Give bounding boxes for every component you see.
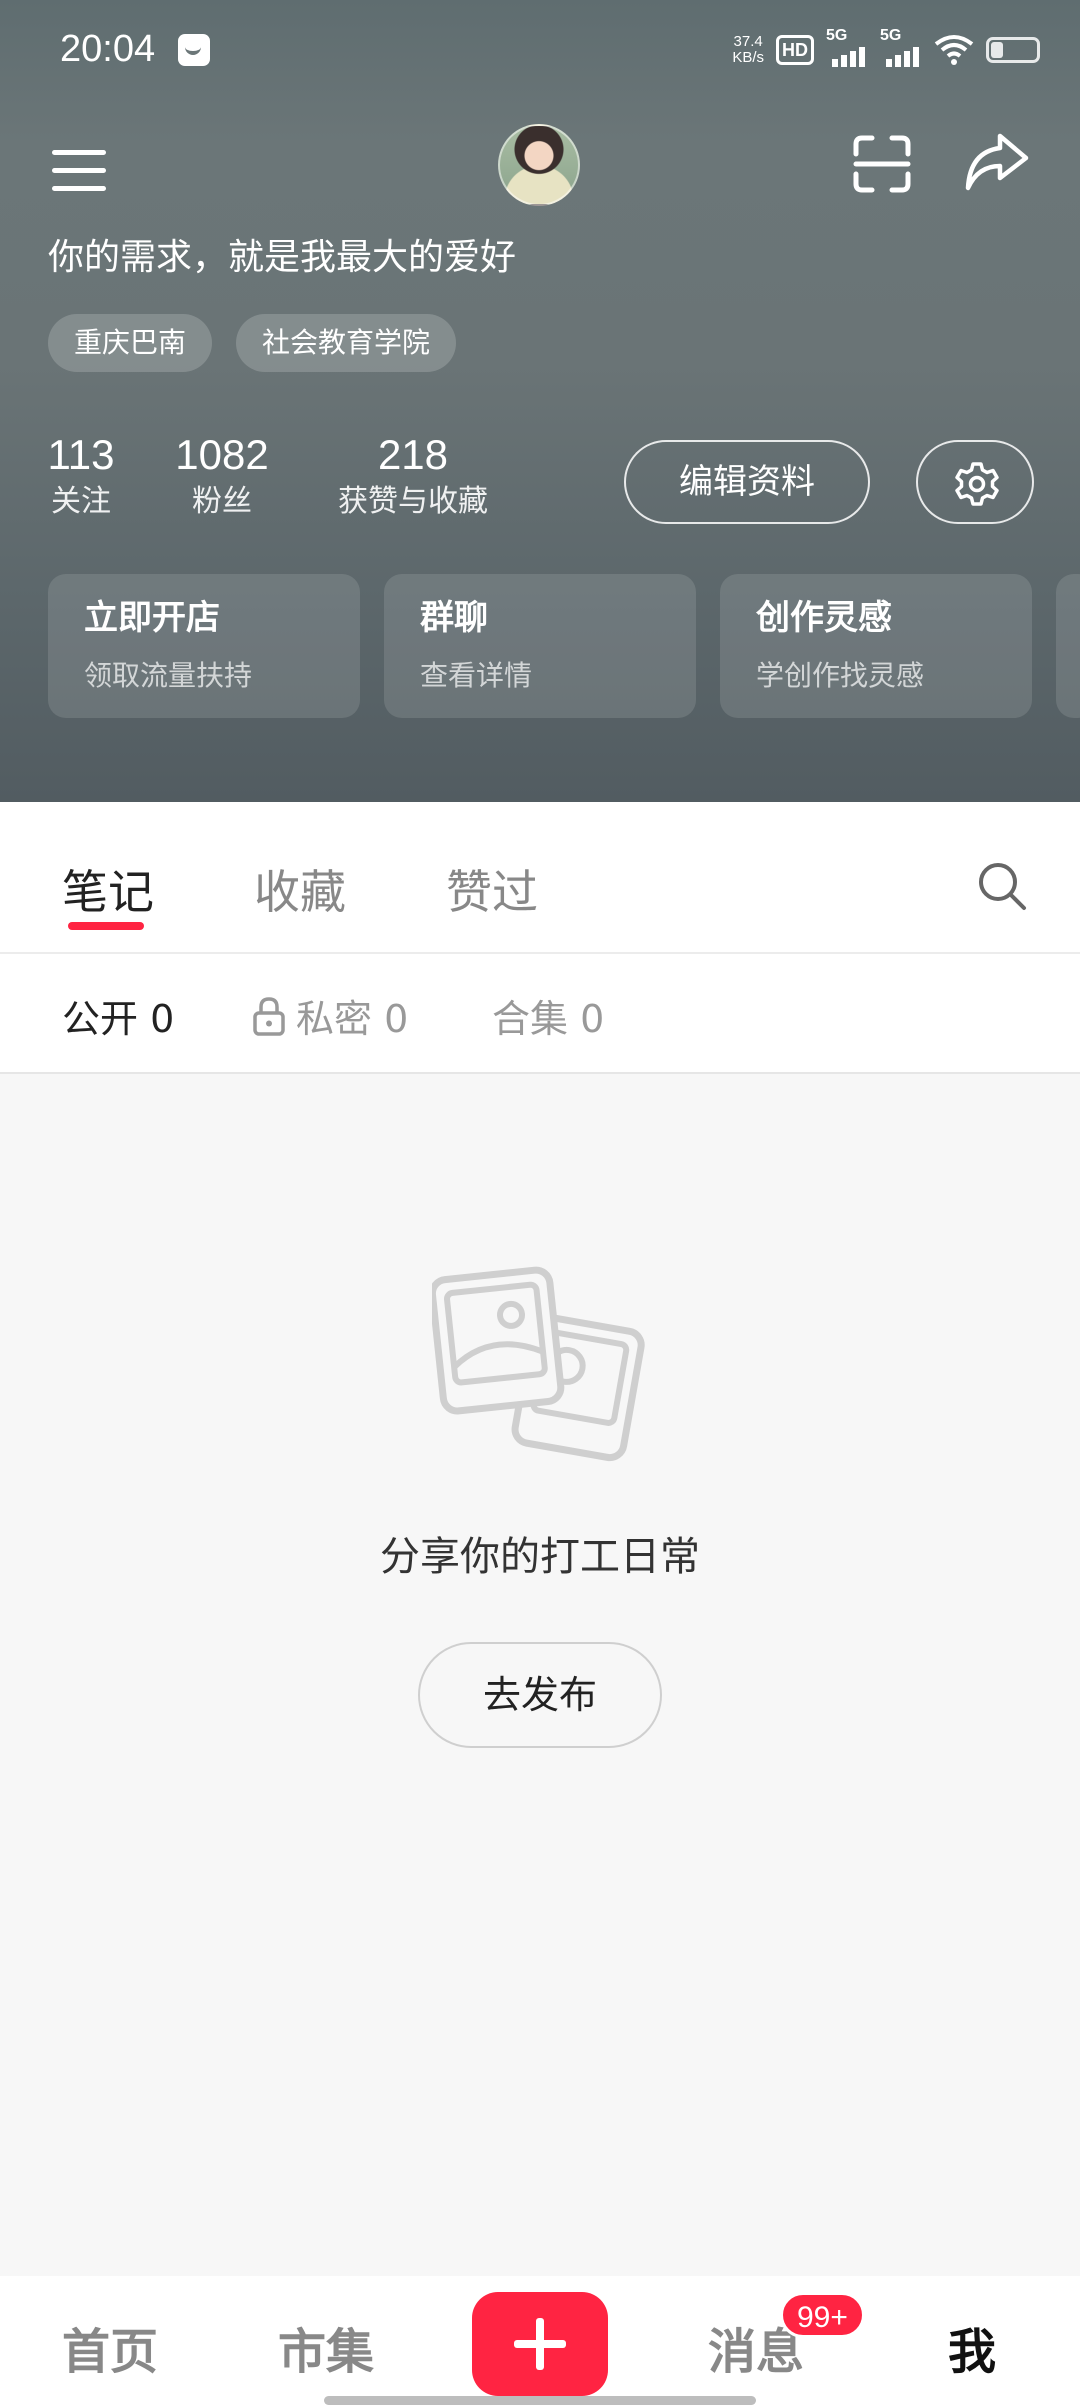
card-partial[interactable] (1056, 574, 1080, 718)
card-title: 创作灵感 (756, 598, 892, 638)
stat-likes-label: 获赞与收藏 (338, 484, 488, 519)
stat-following-value: 113 (47, 431, 115, 478)
filter-public[interactable]: 公开 0 (62, 988, 174, 1043)
nav-home[interactable]: 首页 (62, 2312, 158, 2382)
create-post-button[interactable] (472, 2292, 608, 2396)
stat-following[interactable]: 113 关注 (40, 430, 122, 524)
avatar[interactable] (498, 124, 580, 206)
card-subtitle: 查看详情 (420, 659, 533, 692)
hd-icon: HD (776, 35, 814, 65)
status-bar: 20:04 37.4 KB/s HD 5G 5G (0, 0, 1080, 100)
bottom-nav: 首页 市集 消息 99+ 我 (0, 2276, 1080, 2408)
gear-icon (955, 462, 999, 506)
settings-button[interactable] (916, 440, 1034, 524)
stat-following-label: 关注 (51, 484, 111, 519)
tab-notes[interactable]: 笔记 (62, 856, 154, 922)
note-filters: 公开 0 私密 0 合集 0 (0, 954, 1080, 1074)
stat-followers-value: 1082 (175, 431, 269, 478)
status-time: 20:04 (60, 28, 156, 70)
card-group-chat[interactable]: 群聊 查看详情 (384, 574, 696, 718)
stat-likes[interactable]: 218 获赞与收藏 (326, 430, 500, 524)
stat-likes-value: 218 (377, 431, 449, 478)
wifi-icon (934, 35, 974, 65)
network-speed-value: 37.4 (733, 33, 763, 50)
filter-private[interactable]: 私密 0 (252, 988, 408, 1043)
signal-label: 5G (826, 27, 848, 44)
signal-label: 5G (880, 27, 902, 44)
status-indicators: 37.4 KB/s HD 5G 5G (732, 27, 1040, 70)
filter-public-label: 公开 0 (62, 997, 175, 1041)
home-indicator[interactable] (324, 2396, 756, 2405)
stat-followers-label: 粉丝 (192, 484, 252, 519)
tab-liked[interactable]: 赞过 (446, 856, 538, 922)
nav-market[interactable]: 市集 (278, 2312, 374, 2382)
menu-icon[interactable] (52, 148, 108, 194)
card-open-shop[interactable]: 立即开店 领取流量扶持 (48, 574, 360, 718)
signal-icon: 5G (826, 27, 868, 67)
tab-collections[interactable]: 收藏 (254, 856, 346, 922)
notification-bag-icon (178, 34, 210, 66)
tag-school[interactable]: 社会教育学院 (236, 314, 457, 372)
network-speed-unit: KB/s (732, 49, 764, 66)
active-tab-indicator (68, 922, 144, 930)
filter-collection-label: 合集 0 (492, 997, 605, 1041)
stat-followers[interactable]: 1082 粉丝 (168, 430, 276, 524)
card-title: 立即开店 (84, 598, 220, 638)
feature-cards: 立即开店 领取流量扶持 群聊 查看详情 创作灵感 学创作找灵感 (48, 574, 1032, 718)
signal-icon: 5G (880, 27, 922, 67)
share-icon[interactable] (964, 130, 1030, 194)
filter-collection[interactable]: 合集 0 (492, 988, 604, 1043)
tag-location[interactable]: 重庆巴南 (48, 314, 213, 372)
lock-icon (253, 996, 285, 1036)
network-speed: 37.4 KB/s (732, 34, 764, 66)
message-count-badge: 99+ (780, 2292, 865, 2338)
card-title: 群聊 (420, 598, 488, 638)
card-subtitle: 学创作找灵感 (756, 659, 925, 692)
card-subtitle: 领取流量扶持 (84, 659, 253, 692)
profile-header: 20:04 37.4 KB/s HD 5G 5G 你的需求，就是我最大的爱好 重… (0, 0, 1080, 802)
content-tabs: 笔记 收藏 赞过 (0, 802, 1080, 954)
filter-private-label: 私密 0 (296, 997, 409, 1041)
battery-icon (986, 37, 1040, 63)
profile-bio: 你的需求，就是我最大的爱好 (48, 237, 517, 278)
empty-photos-icon (432, 1266, 645, 1462)
profile-tags: 重庆巴南 社会教育学院 (48, 314, 457, 372)
card-creative-inspiration[interactable]: 创作灵感 学创作找灵感 (720, 574, 1032, 718)
publish-button[interactable]: 去发布 (418, 1642, 662, 1748)
nav-me[interactable]: 我 (948, 2312, 996, 2382)
empty-state-text: 分享你的打工日常 (380, 1534, 700, 1580)
edit-profile-button[interactable]: 编辑资料 (624, 440, 870, 524)
search-icon[interactable] (974, 858, 1030, 914)
scan-icon[interactable] (852, 134, 912, 194)
